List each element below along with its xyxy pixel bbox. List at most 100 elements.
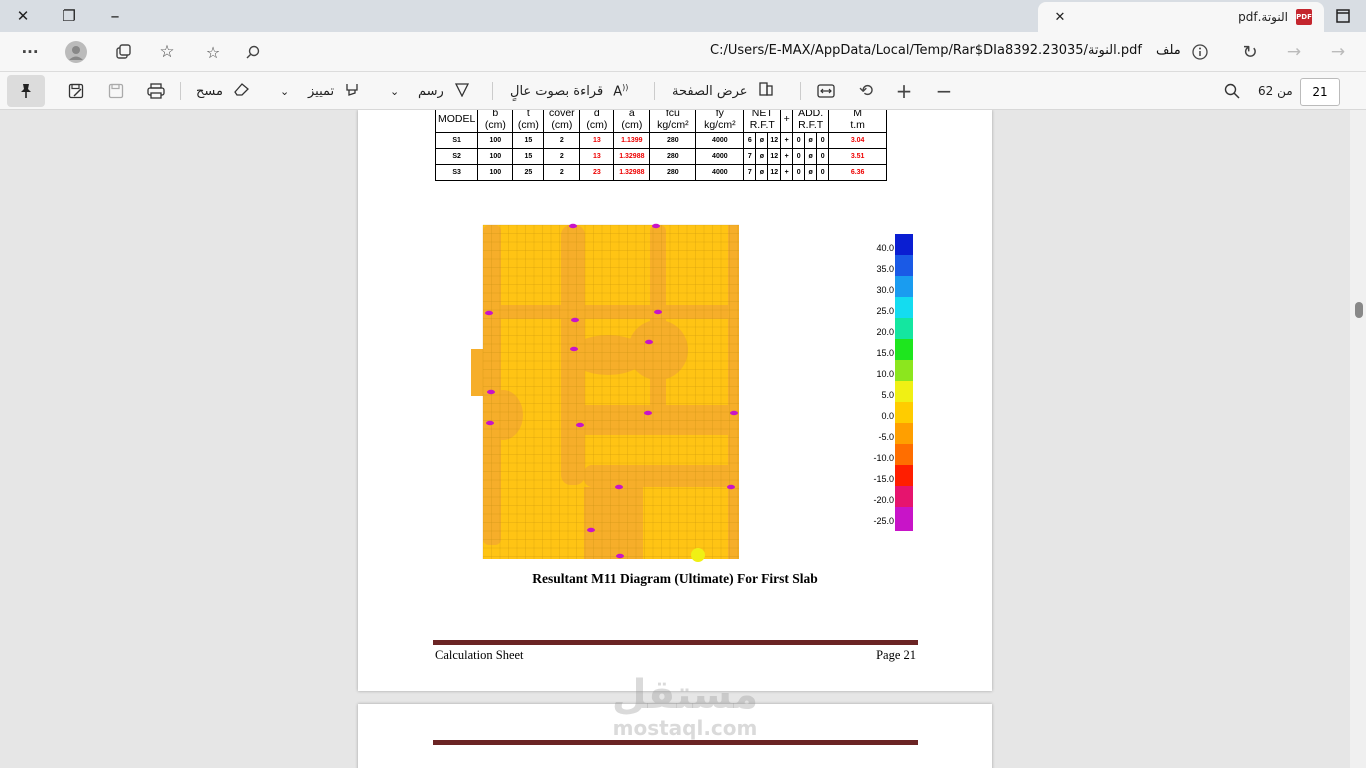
legend-swatch (895, 360, 913, 381)
peak-marker (487, 389, 495, 395)
pen-icon (454, 81, 470, 101)
legend-swatch (895, 297, 913, 318)
page-count: من 62 (1258, 84, 1293, 98)
draw-label: رسم (418, 83, 444, 99)
profile-avatar[interactable] (62, 38, 90, 66)
legend-label: -15.0 (873, 474, 894, 484)
legend-swatch (895, 255, 913, 276)
highlight-button[interactable]: تمييز (308, 72, 360, 110)
peak-marker (691, 548, 705, 562)
watermark-latin: mostaql.com (612, 716, 758, 740)
restore-window-button[interactable]: ❐ (46, 0, 92, 32)
read-aloud-label: قراءة بصوت عالٍ (510, 83, 604, 99)
fit-width-icon[interactable] (814, 79, 838, 103)
zoom-out-icon[interactable]: − (932, 79, 956, 103)
more-menu-button[interactable]: ··· (16, 40, 44, 64)
draw-button[interactable]: رسم (418, 72, 470, 110)
legend-swatch (895, 444, 913, 465)
legend-swatch (895, 276, 913, 297)
peak-marker (571, 317, 579, 323)
legend-label: 10.0 (876, 369, 894, 379)
draw-dropdown-icon[interactable]: ⌄ (390, 72, 399, 110)
scrollbar[interactable] (1350, 110, 1366, 768)
title-bar: ✕ ❐ – + PDF النوتة.pdf ✕ (0, 0, 1366, 32)
tab-close-button[interactable]: ✕ (1050, 10, 1070, 25)
file-label: ملف (1156, 43, 1181, 58)
slab-base (471, 225, 739, 559)
peak-marker (644, 410, 652, 416)
legend-swatch (895, 528, 913, 531)
url-text[interactable]: C:/Users/E-MAX/AppData/Local/Temp/Rar$DI… (710, 43, 1142, 58)
rotate-icon[interactable]: ⟲ (854, 79, 878, 103)
search-icon[interactable] (1220, 79, 1244, 103)
pdf-icon: PDF (1296, 9, 1312, 25)
favorites-icon[interactable]: ☆ (154, 40, 180, 64)
legend-swatch (895, 423, 913, 444)
legend-swatch (895, 402, 913, 423)
add-favorite-icon[interactable]: ☆ (200, 40, 226, 64)
peak-marker (645, 339, 653, 345)
back-icon[interactable]: → (1326, 40, 1350, 64)
legend-swatch (895, 486, 913, 507)
peak-marker (486, 420, 494, 426)
peak-marker (576, 422, 584, 428)
header-rule (433, 740, 918, 745)
legend-swatch (895, 381, 913, 402)
legend-label: 15.0 (876, 348, 894, 358)
info-icon[interactable] (1188, 40, 1212, 64)
footer-left: Calculation Sheet (435, 648, 524, 662)
zoom-in-icon[interactable]: + (892, 79, 916, 103)
print-icon[interactable] (144, 79, 168, 103)
legend-label: 5.0 (881, 390, 894, 400)
scrollbar-thumb[interactable] (1355, 302, 1363, 318)
legend-label: 0.0 (881, 411, 894, 421)
legend-label: -10.0 (873, 453, 894, 463)
close-window-button[interactable]: ✕ (0, 0, 46, 32)
legend-swatch (895, 339, 913, 360)
footer-right: Page 21 (876, 648, 916, 662)
active-tab[interactable]: PDF النوتة.pdf ✕ (1038, 2, 1324, 32)
erase-button[interactable]: مسح (196, 72, 251, 110)
legend-label: -25.0 (873, 516, 894, 526)
watermark: مستقل mostaql.com (600, 672, 770, 738)
highlight-label: تمييز (308, 83, 335, 99)
peak-marker (727, 484, 735, 490)
refresh-icon[interactable]: ↻ (1238, 40, 1262, 64)
legend-label: -20.0 (873, 495, 894, 505)
footer-rule (433, 640, 918, 645)
legend-swatch (895, 234, 913, 255)
pdf-page: MODEL b (cm) t (cm) cover (cm) d (cm) a (cm) fcu kg/… (358, 110, 992, 691)
read-aloud-icon: A)) (613, 82, 629, 100)
minimize-window-button[interactable]: – (92, 0, 138, 32)
tab-title: النوتة.pdf (1238, 10, 1288, 24)
pdf-viewer: MODEL b (cm) t (cm) cover (cm) d (cm) a (cm) fcu kg/… (0, 110, 1366, 768)
tab-actions-icon[interactable] (1320, 0, 1366, 32)
pdf-toolbar: مسح ⌄ تمييز ⌄ رسم قراءة بصوت عالٍ A)) عر… (0, 72, 1366, 110)
peak-marker (654, 309, 662, 315)
peak-marker (587, 527, 595, 533)
page-number-input[interactable]: 21 (1300, 78, 1340, 106)
pin-toolbar-icon[interactable] (7, 75, 45, 107)
save-icon[interactable] (104, 79, 128, 103)
save-as-icon[interactable] (64, 79, 88, 103)
legend-label: 30.0 (876, 285, 894, 295)
peak-marker (485, 310, 493, 316)
legend-label: 35.0 (876, 264, 894, 274)
collections-icon[interactable] (110, 40, 136, 64)
watermark-arabic: مستقل (611, 672, 759, 718)
legend-swatch (895, 507, 913, 528)
highlight-dropdown-icon[interactable]: ⌄ (280, 72, 289, 110)
peak-marker (570, 346, 578, 352)
peak-marker (730, 410, 738, 416)
eraser-icon (233, 81, 251, 101)
forward-icon[interactable]: → (1282, 40, 1306, 64)
address-bar: ··· ☆ ☆ C:/Users/E-MAX/AppData/Local/Tem… (0, 32, 1366, 72)
page-view-icon (758, 81, 774, 101)
read-aloud-button[interactable]: قراءة بصوت عالٍ A)) (510, 72, 628, 110)
page-view-button[interactable]: عرض الصفحة (672, 72, 774, 110)
legend-label: 20.0 (876, 327, 894, 337)
peak-marker (615, 484, 623, 490)
zoom-icon[interactable] (240, 40, 266, 64)
page-view-label: عرض الصفحة (672, 83, 748, 99)
peak-marker (652, 223, 660, 229)
